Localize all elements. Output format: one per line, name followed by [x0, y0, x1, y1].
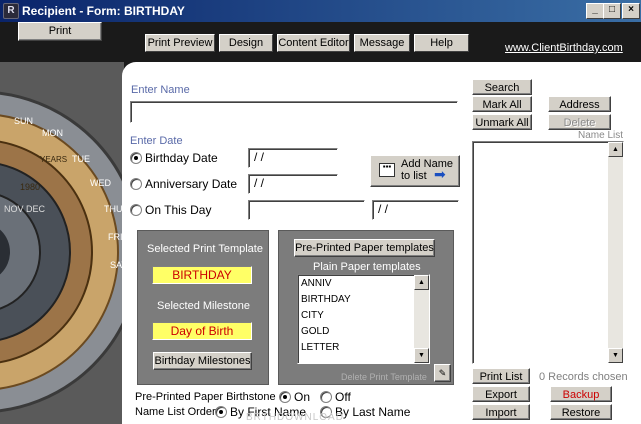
search-button[interactable]: Search	[472, 79, 532, 95]
records-count: 0 Records chosen	[539, 371, 628, 383]
scroll-down-icon[interactable]: ▼	[414, 348, 429, 363]
dial-day-wed: WED	[90, 178, 111, 188]
list-item[interactable]: BIRTHDAY	[301, 294, 351, 305]
pre-printed-templates-button[interactable]: Pre-Printed Paper templates	[294, 239, 435, 257]
dial-months: NOV DEC	[4, 204, 46, 214]
close-button[interactable]: ×	[622, 3, 640, 19]
birthday-label: Birthday Date	[145, 151, 218, 165]
mark-all-button[interactable]: Mark All	[472, 96, 532, 112]
dial-year: 1980	[20, 182, 40, 192]
birthstone-off-radio[interactable]	[320, 391, 332, 403]
restore-button[interactable]: Restore	[550, 404, 612, 420]
scroll-up-icon[interactable]: ▲	[608, 142, 623, 157]
anniversary-date-input[interactable]: / /	[248, 174, 338, 194]
arrow-right-icon: ➡	[434, 166, 446, 182]
add-name-sublabel: to list	[401, 170, 427, 182]
delete-button[interactable]: Delete	[548, 114, 611, 130]
selected-milestone: Day of Birth	[152, 322, 252, 340]
list-item[interactable]: CITY	[301, 310, 324, 321]
this-day-radio[interactable]	[130, 204, 142, 216]
content-editor-button[interactable]: Content Editor	[277, 34, 350, 52]
help-button[interactable]: Help	[414, 34, 469, 52]
title-bar: R Recipient - Form: BIRTHDAY _ □ ×	[0, 0, 641, 22]
app-icon: R	[3, 3, 19, 19]
birthstone-off-label: Off	[335, 390, 351, 404]
scroll-down-icon[interactable]: ▼	[608, 348, 623, 363]
dial-day-fri: FRI	[108, 232, 123, 242]
name-list-label: Name List	[578, 130, 624, 141]
anniversary-label: Anniversary Date	[145, 177, 238, 191]
plain-templates-label: Plain Paper templates	[313, 261, 421, 273]
template-list-scrollbar[interactable]: ▲ ▼	[414, 275, 429, 363]
scroll-up-icon[interactable]: ▲	[414, 275, 429, 290]
enter-name-label: Enter Name	[131, 84, 190, 96]
enter-date-label: Enter Date	[130, 135, 183, 147]
calendar-dial-graphic: SUN MON TUE WED THU FRI SAT YEARS 1980 N…	[0, 62, 124, 424]
watermark-text: BRTHDOWNLOAD	[246, 412, 344, 423]
this-day-label: On This Day	[145, 203, 212, 217]
calendar-icon: ▪▪▪	[379, 163, 395, 177]
by-first-name-radio[interactable]	[215, 406, 227, 418]
dial-day-sun: SUN	[14, 116, 33, 126]
design-button[interactable]: Design	[219, 34, 273, 52]
name-order-label: Name List Order	[135, 406, 216, 418]
birthday-date-input[interactable]: / /	[248, 148, 338, 168]
backup-button[interactable]: Backup	[550, 386, 612, 402]
export-button[interactable]: Export	[472, 386, 530, 402]
template-list[interactable]: ANNIV BIRTHDAY CITY GOLD LETTER ▲ ▼	[297, 274, 430, 364]
window-title: Recipient - Form: BIRTHDAY	[22, 4, 185, 18]
selected-print-template-label: Selected Print Template	[147, 243, 263, 255]
import-button[interactable]: Import	[472, 404, 530, 420]
minimize-button[interactable]: _	[586, 3, 604, 19]
list-item[interactable]: ANNIV	[301, 278, 332, 289]
unmark-all-button[interactable]: Unmark All	[472, 114, 532, 130]
birthstone-on-label: On	[294, 390, 311, 404]
print-preview-button[interactable]: Print Preview	[145, 34, 215, 52]
print-list-button[interactable]: Print List	[472, 368, 530, 384]
name-list-scrollbar[interactable]: ▲ ▼	[608, 142, 623, 363]
name-list[interactable]: ▲ ▼	[472, 141, 624, 364]
list-item[interactable]: GOLD	[301, 326, 329, 337]
selected-print-template: BIRTHDAY	[152, 266, 252, 284]
birthday-milestones-button[interactable]: Birthday Milestones	[153, 352, 252, 370]
website-link[interactable]: www.ClientBirthday.com	[505, 42, 623, 54]
dial-years-label: YEARS	[40, 155, 67, 164]
maximize-button[interactable]: □	[603, 3, 621, 19]
message-button[interactable]: Message	[354, 34, 410, 52]
name-input[interactable]	[130, 101, 458, 123]
this-day-date-input[interactable]: / /	[372, 200, 459, 220]
delete-template-icon[interactable]: ✎	[434, 364, 451, 382]
add-name-button[interactable]: ▪▪▪ Add Name to list ➡	[370, 155, 460, 187]
dial-day-thu: THU	[104, 204, 123, 214]
print-button[interactable]: Print	[18, 22, 102, 41]
selected-milestone-label: Selected Milestone	[157, 300, 250, 312]
anniversary-radio[interactable]	[130, 178, 142, 190]
address-button[interactable]: Address	[548, 96, 611, 112]
birthstone-label: Pre-Printed Paper Birthstone	[135, 391, 276, 403]
list-item[interactable]: LETTER	[301, 342, 339, 353]
birthstone-on-radio[interactable]	[279, 391, 291, 403]
dial-day-mon: MON	[42, 128, 63, 138]
this-day-text-input[interactable]	[248, 200, 365, 220]
birthday-radio[interactable]	[130, 152, 142, 164]
by-last-name-label: By Last Name	[335, 405, 411, 419]
delete-template-label: Delete Print Template	[341, 372, 427, 382]
dial-day-tue: TUE	[72, 154, 90, 164]
